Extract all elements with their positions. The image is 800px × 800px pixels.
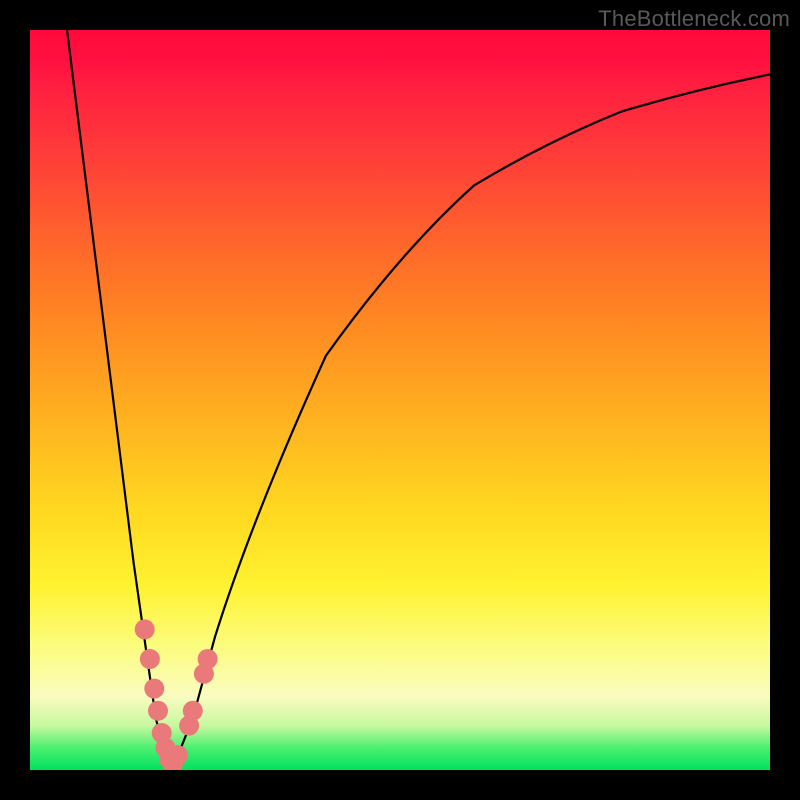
marker-group [135,619,218,770]
watermark-text: TheBottleneck.com [598,6,790,32]
marker-dot [198,649,218,669]
marker-dot [140,649,160,669]
marker-dot [135,619,155,639]
chart-frame: TheBottleneck.com [0,0,800,800]
chart-svg [30,30,770,770]
marker-dot [183,701,203,721]
marker-dot [144,679,164,699]
marker-dot [168,745,188,765]
marker-dot [148,701,168,721]
chart-plot-area [30,30,770,770]
bottleneck-curve [67,30,770,770]
